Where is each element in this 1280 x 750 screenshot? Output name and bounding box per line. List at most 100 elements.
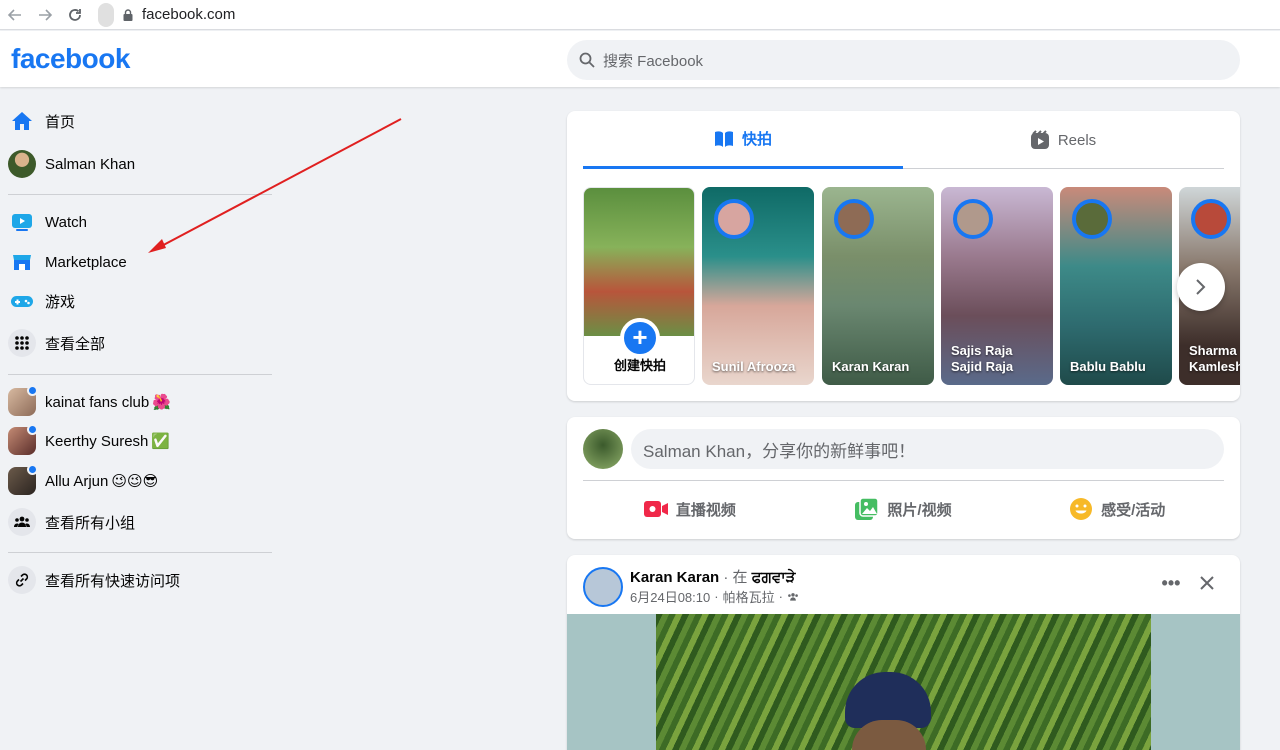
sidebar-item-label: Marketplace — [45, 253, 127, 271]
story-preview-image — [584, 188, 694, 336]
link-icon — [8, 566, 36, 594]
story-tile[interactable]: Karan Karan — [822, 187, 934, 385]
more-options-icon[interactable]: ••• — [1159, 571, 1183, 595]
forward-arrow-icon[interactable] — [34, 4, 56, 26]
smiley-icon — [1070, 498, 1093, 520]
story-author-name: Sharma Kamlesh — [1189, 343, 1240, 374]
sidebar-divider — [8, 374, 272, 375]
sidebar-item-label: 游戏 — [45, 293, 76, 311]
home-icon — [8, 107, 36, 135]
feed-post: Karan Karan · 在 ਫਗਵਾੜੇ 6月24日08:10 · 帕格瓦拉… — [567, 555, 1240, 750]
stories-tabs: 快拍 Reels — [583, 111, 1224, 169]
story-tile[interactable]: Sunil Afrooza — [702, 187, 814, 385]
group-name-row: kainat fans club 🌺 — [45, 393, 171, 411]
tab-stories[interactable]: 快拍 — [583, 111, 903, 169]
sidebar-item-see-all-groups[interactable]: 查看所有小组 — [8, 502, 272, 542]
action-label: 感受/活动 — [1101, 501, 1166, 519]
groups-icon — [8, 508, 36, 536]
search-icon — [579, 52, 595, 68]
tab-label: 快拍 — [741, 131, 772, 148]
sidebar-item-gaming[interactable]: 游戏 — [8, 281, 272, 321]
post-timestamp[interactable]: 6月24日08:10 — [630, 587, 710, 606]
reload-icon[interactable] — [64, 4, 86, 26]
audience-friends-icon[interactable] — [787, 592, 799, 602]
tab-label: Reels — [1057, 131, 1097, 149]
tab-reels[interactable]: Reels — [903, 111, 1223, 169]
create-story-label: 创建快拍 — [613, 358, 666, 373]
reels-icon — [1030, 130, 1049, 149]
story-author-name: Karan Karan — [832, 359, 910, 374]
site-info-pill[interactable] — [98, 2, 114, 27]
post-place[interactable]: 帕格瓦拉 — [723, 587, 775, 606]
post-header-line: Karan Karan · 在 ਫਗਵਾੜੇ — [630, 566, 795, 587]
browser-toolbar: facebook.com — [0, 0, 1280, 30]
sidebar-item-label: 首页 — [45, 113, 76, 131]
action-label: 直播视频 — [675, 501, 736, 519]
photo-video-button[interactable]: 照片/视频 — [797, 489, 1011, 529]
unread-dot — [27, 464, 38, 475]
sidebar-group-kainat[interactable]: kainat fans club 🌺 — [8, 382, 272, 422]
sidebar-item-label: Allu Arjun — [45, 473, 109, 490]
avatar — [1191, 199, 1231, 239]
sidebar-group-allu[interactable]: Allu Arjun 😉😉😎 — [8, 461, 272, 501]
composer-input[interactable]: Salman Khan，分享你的新鲜事吧！ — [631, 429, 1224, 469]
composer-divider — [583, 480, 1224, 481]
chevron-right-icon — [1196, 279, 1206, 295]
annotation-arrow — [148, 118, 402, 253]
sidebar-item-label: 查看所有快速访问项 — [45, 572, 181, 590]
avatar[interactable] — [583, 567, 623, 607]
group-avatar — [8, 464, 38, 495]
back-arrow-icon[interactable] — [4, 4, 26, 26]
lock-icon[interactable] — [122, 8, 134, 21]
sidebar-item-see-all-shortcuts[interactable]: 查看所有快速访问项 — [8, 560, 272, 600]
unread-dot — [27, 385, 38, 396]
live-video-button[interactable]: 直播视频 — [583, 489, 797, 529]
avatar — [834, 199, 874, 239]
gaming-icon — [8, 287, 36, 315]
avatar — [714, 199, 754, 239]
sidebar-group-keerthy[interactable]: Keerthy Suresh ✅ — [8, 421, 272, 461]
sidebar-item-label: 查看全部 — [45, 335, 106, 353]
unread-dot — [27, 424, 38, 435]
watch-icon — [8, 208, 36, 236]
check-emoji: ✅ — [151, 433, 171, 450]
sidebar-divider — [8, 552, 272, 553]
sidebar-item-label: 查看所有小组 — [45, 514, 136, 532]
avatar — [1072, 199, 1112, 239]
post-location-link[interactable]: ਫਗਵਾੜੇ — [752, 569, 796, 586]
facebook-logo[interactable]: facebook — [11, 43, 130, 75]
post-at-prefix: · 在 — [723, 569, 748, 586]
wink-emoji: 😉😉😎 — [111, 473, 159, 490]
story-author-name: Bablu Bablu — [1070, 359, 1146, 374]
marketplace-icon — [8, 248, 36, 276]
sidebar-item-see-all[interactable]: 查看全部 — [8, 323, 272, 363]
close-icon[interactable] — [1193, 569, 1221, 597]
group-avatar — [8, 385, 38, 416]
avatar — [953, 199, 993, 239]
stories-card: 快拍 Reels + 创建快拍 Sunil Afrooza Karan Kara… — [567, 111, 1240, 401]
photo-icon — [855, 498, 880, 520]
story-author-name: Sajis Raja Sajid Raja — [951, 343, 1014, 374]
story-author-name: Sunil Afrooza — [712, 359, 796, 374]
meta-dot: · — [778, 589, 783, 604]
group-avatar — [8, 424, 38, 455]
flower-emoji: 🌺 — [152, 394, 171, 411]
post-image[interactable] — [567, 614, 1240, 750]
story-tile[interactable]: Sajis Raja Sajid Raja — [941, 187, 1053, 385]
sidebar-item-label: Keerthy Suresh — [45, 433, 149, 450]
feeling-activity-button[interactable]: 感受/活动 — [1010, 489, 1224, 529]
sidebar-item-label: Watch — [45, 213, 87, 231]
story-tile[interactable]: Bablu Bablu — [1060, 187, 1172, 385]
address-bar-url[interactable]: facebook.com — [142, 6, 235, 23]
avatar[interactable] — [583, 429, 623, 469]
search-input[interactable]: 搜索 Facebook — [567, 40, 1240, 80]
search-placeholder: 搜索 Facebook — [603, 52, 704, 70]
group-name-row: Keerthy Suresh ✅ — [45, 432, 170, 450]
create-story-tile[interactable]: + 创建快拍 — [583, 187, 695, 385]
composer-actions: 直播视频 照片/视频 感受/活动 — [583, 489, 1224, 529]
group-name-row: Allu Arjun 😉😉😎 — [45, 472, 158, 490]
stories-next-button[interactable] — [1177, 263, 1225, 311]
post-author-name[interactable]: Karan Karan — [630, 569, 719, 586]
sidebar-item-label: kainat fans club — [45, 394, 150, 411]
action-label: 照片/视频 — [887, 501, 952, 519]
